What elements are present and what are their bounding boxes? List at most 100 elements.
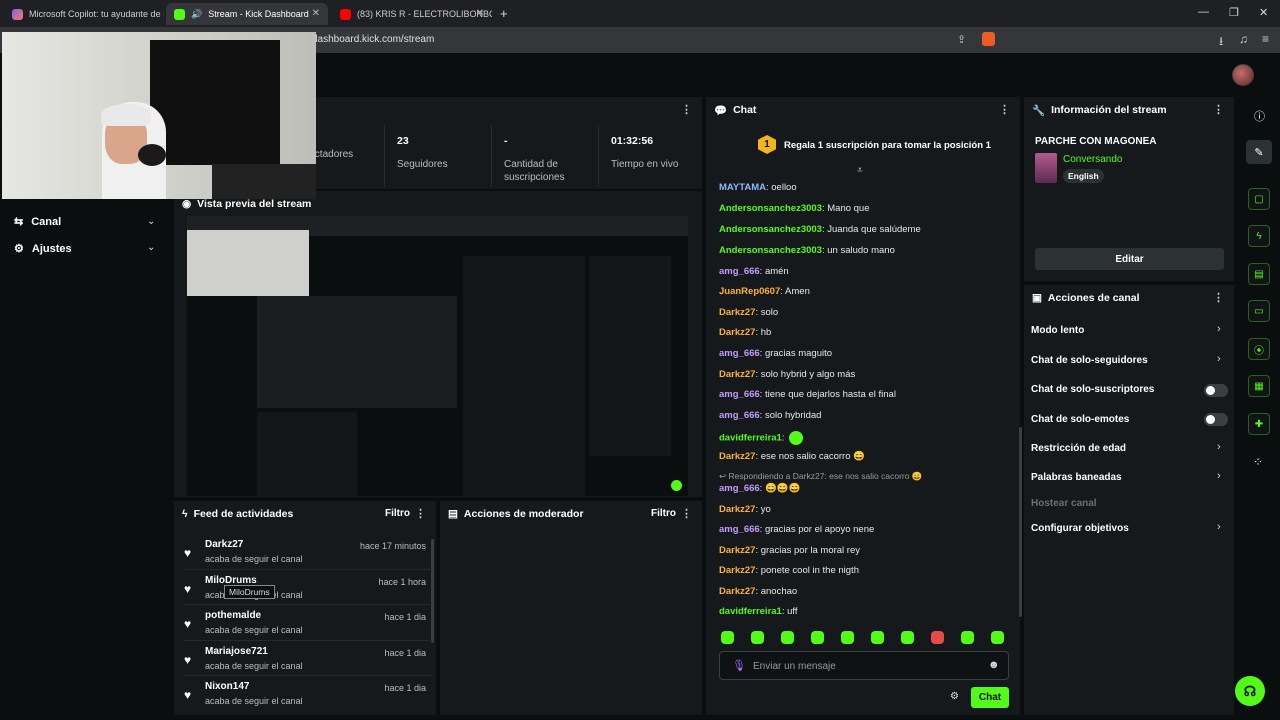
stream-category[interactable]: Conversando [1063, 154, 1122, 165]
action-followers-only[interactable]: Chat de solo-seguidores [1031, 355, 1148, 366]
emote-icon[interactable] [901, 631, 914, 644]
lightning-icon[interactable]: ϟ [1248, 225, 1270, 247]
chat-message[interactable]: amg_666: tiene que dejarlos hasta el fin… [719, 389, 896, 400]
chat-message[interactable]: Andersonsanchez3003: un saludo mano [719, 245, 895, 256]
layout-icon[interactable]: ▦ [1248, 375, 1270, 397]
music-icon[interactable]: ♫ [1239, 32, 1248, 46]
chevron-right-icon[interactable]: › [1217, 353, 1221, 365]
chat-username[interactable]: Darkz27 [719, 565, 755, 576]
minimize-icon[interactable]: — [1198, 6, 1209, 18]
chat-message[interactable]: JuanRep0607: Amen [719, 286, 810, 297]
stream-preview-video[interactable] [187, 216, 688, 496]
chat-message[interactable]: Darkz27: solo hybrid y algo más [719, 369, 855, 380]
chat-username[interactable]: MAYTAMA [719, 182, 766, 193]
kebab-menu-icon[interactable]: ⋮ [681, 507, 692, 520]
action-age-restriction[interactable]: Restricción de edad [1031, 443, 1126, 454]
chat-username[interactable]: Darkz27 [719, 369, 755, 380]
list-item[interactable]: ♥ Mariajose721 acaba de seguir el canal … [184, 643, 428, 679]
chat-message[interactable]: amg_666: gracias por el apoyo nene [719, 524, 874, 535]
chat-message[interactable]: Andersonsanchez3003: Juanda que salúdeme [719, 224, 921, 235]
chat-username[interactable]: Darkz27 [719, 504, 755, 515]
chat-message[interactable]: amg_666: amén [719, 266, 789, 277]
chevron-right-icon[interactable]: › [1217, 521, 1221, 533]
edit-stream-button[interactable]: Editar [1035, 248, 1224, 270]
broadcast-icon[interactable]: ⦿ [1248, 338, 1270, 360]
chat-username[interactable]: Andersonsanchez3003 [719, 203, 822, 214]
kebab-menu-icon[interactable]: ⋮ [1213, 103, 1224, 116]
chevron-right-icon[interactable]: › [1217, 323, 1221, 335]
chat-message[interactable]: davidferreira1: uff [719, 606, 798, 617]
tab-kick-dashboard[interactable]: 🔊 Stream - Kick Dashboard ✕ [166, 3, 328, 25]
chevron-down-icon[interactable]: ⌄ [147, 216, 155, 227]
chat-username[interactable]: Andersonsanchez3003 [719, 224, 822, 235]
emote-icon[interactable] [751, 631, 764, 644]
emote-icon[interactable] [931, 631, 944, 644]
menu-icon[interactable]: ≡ [1262, 32, 1269, 46]
chat-message[interactable]: Darkz27: ese nos salio cacorro 😄 [719, 451, 865, 462]
emote-icon[interactable] [841, 631, 854, 644]
chat-username[interactable]: JuanRep0607 [719, 286, 780, 297]
chat-username[interactable]: Darkz27 [719, 451, 755, 462]
kebab-menu-icon[interactable]: ⋮ [681, 103, 692, 116]
kebab-menu-icon[interactable]: ⋮ [415, 507, 426, 520]
chat-message[interactable]: Darkz27: ponete cool in the nigth [719, 565, 859, 576]
action-banned-words[interactable]: Palabras baneadas [1031, 472, 1122, 483]
chat-message[interactable]: Darkz27: gracias por la moral rey [719, 545, 860, 556]
chat-message[interactable]: amg_666: 😄😄😄 [719, 483, 800, 494]
url-text[interactable]: dashboard.kick.com/stream [312, 34, 434, 45]
tab-copilot[interactable]: Microsoft Copilot: tu ayudante de IA [4, 3, 164, 25]
collapse-icon[interactable]: ⩡ [857, 165, 863, 176]
chat-message[interactable]: Darkz27: yo [719, 504, 771, 515]
new-tab-button[interactable]: + [500, 6, 508, 21]
chat-input[interactable]: 🎙 Enviar un mensaje ☻ [719, 651, 1009, 680]
maximize-icon[interactable]: ❐ [1229, 6, 1239, 19]
chat-username[interactable]: davidferreira1 [719, 433, 782, 444]
emoji-icon[interactable]: ☻ [988, 659, 1000, 671]
moderator-filter-button[interactable]: Filtro [651, 508, 676, 519]
emote-icon[interactable] [721, 631, 734, 644]
feed-filter-button[interactable]: Filtro [385, 508, 410, 519]
chat-username[interactable]: amg_666 [719, 348, 760, 359]
emote-icon[interactable] [961, 631, 974, 644]
clip-icon[interactable]: ▢ [1248, 188, 1270, 210]
list-item[interactable]: ♥ pothemalde acaba de seguir el canal ha… [184, 607, 428, 643]
sidebar-item-canal[interactable]: ⇆ Canal [14, 215, 61, 229]
tool-icon[interactable]: ✚ [1248, 413, 1270, 435]
microphone-icon[interactable]: 🎙 [732, 659, 746, 672]
chat-message[interactable]: Darkz27: solo [719, 307, 778, 318]
chevron-down-icon[interactable]: ⌄ [147, 242, 155, 253]
chat-username[interactable]: Darkz27 [719, 545, 755, 556]
emotes-only-toggle[interactable] [1204, 413, 1228, 426]
user-avatar[interactable] [1232, 64, 1254, 86]
edit-pencil-icon[interactable]: ✎ [1246, 140, 1272, 164]
action-configure-goals[interactable]: Configurar objetivos [1031, 523, 1129, 534]
chat-settings-gear-icon[interactable]: ⚙ [950, 691, 959, 702]
chat-icon[interactable]: ▭ [1248, 300, 1270, 322]
chevron-right-icon[interactable]: › [1217, 470, 1221, 482]
chat-username[interactable]: Darkz27 [719, 307, 755, 318]
chat-message[interactable]: MAYTAMA: oelloo [719, 182, 797, 193]
chat-scrollbar[interactable] [1019, 427, 1022, 617]
close-window-icon[interactable]: ✕ [1259, 6, 1268, 19]
chat-message[interactable]: Darkz27: hb [719, 327, 771, 338]
chat-username[interactable]: amg_666 [719, 410, 760, 421]
chat-message[interactable]: Andersonsanchez3003: Mano que [719, 203, 870, 214]
chat-username[interactable]: amg_666 [719, 483, 760, 494]
feed-scrollbar[interactable] [431, 539, 434, 643]
apps-icon[interactable]: ⁘ [1253, 455, 1263, 469]
chat-message[interactable]: davidferreira1: [719, 431, 804, 445]
chat-message[interactable]: Darkz27: anochao [719, 586, 797, 597]
close-tab-icon[interactable]: ✕ [476, 8, 484, 19]
kebab-menu-icon[interactable]: ⋮ [1213, 291, 1224, 304]
close-tab-icon[interactable]: ✕ [312, 8, 320, 19]
chat-username[interactable]: davidferreira1 [719, 606, 782, 617]
pinned-gift-banner[interactable]: Regala 1 suscripción para tomar la posic… [784, 140, 991, 151]
action-emotes-only[interactable]: Chat de solo-emotes [1031, 414, 1129, 425]
action-subscribers-only[interactable]: Chat de solo-suscriptores [1031, 384, 1154, 395]
tab-youtube[interactable]: (83) KRIS R - ELECTROLIBONBON ✕ [332, 3, 492, 25]
action-slow-mode[interactable]: Modo lento [1031, 325, 1084, 336]
emote-icon[interactable] [871, 631, 884, 644]
support-icon[interactable]: ☊ [1235, 676, 1265, 706]
chat-message[interactable]: amg_666: gracias maguito [719, 348, 832, 359]
brave-shield-icon[interactable] [982, 32, 995, 46]
